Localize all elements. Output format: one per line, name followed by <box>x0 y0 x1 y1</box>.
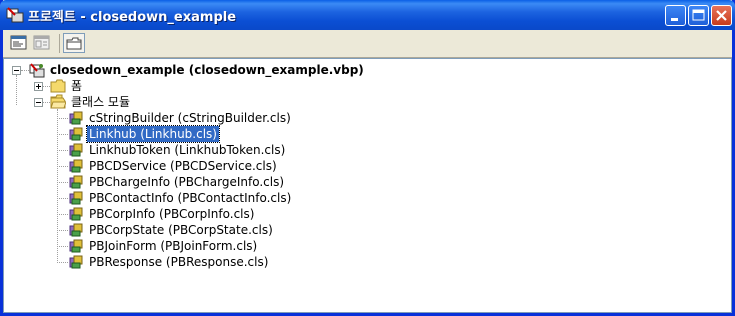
tree-connector <box>57 166 68 168</box>
maximize-button[interactable] <box>688 5 709 26</box>
class-module-label: LinkhubToken (LinkhubToken.cls) <box>89 143 286 157</box>
close-button[interactable] <box>711 5 732 26</box>
view-code-button[interactable] <box>8 33 30 53</box>
class-module-icon <box>69 127 83 141</box>
tree-connector <box>43 86 50 88</box>
class-module-label: PBContactInfo (PBContactInfo.cls) <box>89 191 292 205</box>
tree-connector <box>57 198 68 200</box>
class-module-icon <box>69 191 83 205</box>
class-module-icon <box>69 255 83 269</box>
maximize-icon <box>692 9 705 21</box>
class-module-icon <box>69 223 83 237</box>
class-module-label: PBCorpInfo (PBCorpInfo.cls) <box>89 207 255 221</box>
folder-icon <box>66 37 82 50</box>
tree-connector <box>57 262 68 264</box>
tree-connector <box>57 118 68 120</box>
class-module-label: PBJoinForm (PBJoinForm.cls) <box>89 239 258 253</box>
class-module-icon <box>69 143 83 157</box>
class-module-icon <box>69 175 83 189</box>
tree-connector <box>57 109 59 261</box>
minimize-button[interactable] <box>665 5 686 26</box>
tree-connector <box>57 214 68 216</box>
toolbar <box>3 30 732 58</box>
tree-connector <box>16 75 18 105</box>
project-explorer-window: 프로젝트 - closedown_example closedown_examp… <box>0 0 735 316</box>
tree-connector <box>57 182 68 184</box>
folder-closed-icon <box>50 79 66 93</box>
class-module-icon <box>69 207 83 221</box>
window-title: 프로젝트 - closedown_example <box>28 10 237 25</box>
view-object-button[interactable] <box>31 33 53 53</box>
forms-expand-toggle[interactable] <box>34 82 43 91</box>
classes-collapse-toggle[interactable] <box>34 98 43 107</box>
project-icon <box>6 7 24 23</box>
title-bar[interactable]: 프로젝트 - closedown_example <box>0 0 735 30</box>
tree-connector <box>43 102 50 104</box>
tree-connector <box>57 246 68 248</box>
view-object-icon <box>33 35 50 50</box>
class-module-icon <box>69 159 83 173</box>
vb-project-icon <box>29 63 45 78</box>
minimize-icon <box>671 18 678 21</box>
root-collapse-toggle[interactable] <box>12 66 21 75</box>
folder-open-icon <box>50 94 66 109</box>
class-module-label: PBChargeInfo (PBChargeInfo.cls) <box>89 175 285 189</box>
class-module-icon <box>69 111 83 125</box>
tree-connector <box>57 150 68 152</box>
toolbar-separator <box>59 34 60 53</box>
tree-connector <box>57 230 68 232</box>
tree-node-class-modules-label: 클래스 모듈 <box>71 95 131 109</box>
class-module-label: PBResponse (PBResponse.cls) <box>89 255 269 269</box>
class-module-icon <box>69 239 83 253</box>
class-module-label: PBCorpState (PBCorpState.cls) <box>89 223 273 237</box>
tree-node-root-label: closedown_example (closedown_example.vbp… <box>50 63 364 77</box>
toggle-folders-button[interactable] <box>63 33 85 53</box>
view-code-icon <box>10 35 27 50</box>
close-icon <box>716 10 727 21</box>
class-module-label-selected: Linkhub (Linkhub.cls) <box>86 125 220 143</box>
class-module-label: PBCDService (PBCDService.cls) <box>89 159 277 173</box>
tree-connector <box>21 70 29 72</box>
class-module-label: cStringBuilder (cStringBuilder.cls) <box>89 111 291 125</box>
tree-connector <box>57 134 68 136</box>
project-tree[interactable]: closedown_example (closedown_example.vbp… <box>3 58 732 313</box>
tree-node-forms-label: 폼 <box>71 79 83 93</box>
